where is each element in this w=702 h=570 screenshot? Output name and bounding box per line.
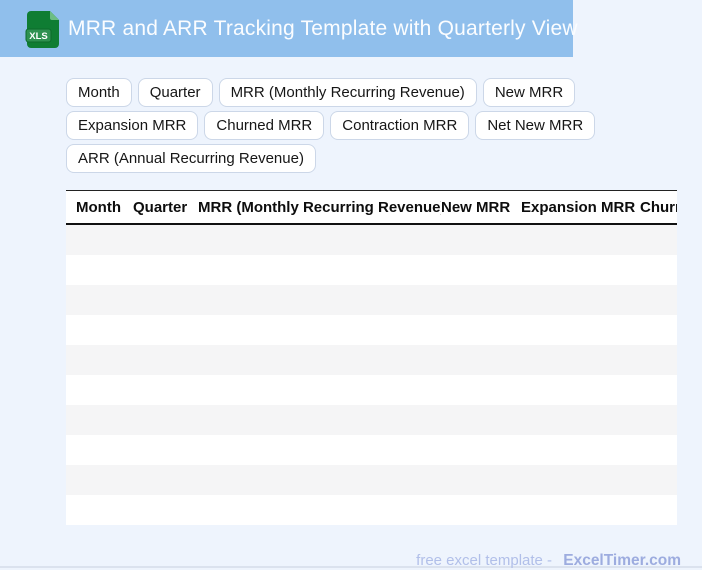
footer: free excel template - ExcelTimer.com	[0, 552, 702, 570]
table-row	[66, 495, 677, 525]
footer-brand-link[interactable]: ExcelTimer.com	[563, 552, 681, 569]
table-row	[66, 225, 677, 255]
chip-mrr-monthly-recurring-revenue[interactable]: MRR (Monthly Recurring Revenue)	[218, 78, 477, 107]
chip-arr-annual-recurring-revenue[interactable]: ARR (Annual Recurring Revenue)	[66, 144, 316, 173]
table-row	[66, 405, 677, 435]
chip-expansion-mrr[interactable]: Expansion MRR	[66, 111, 199, 140]
table-row	[66, 465, 677, 495]
table-body	[66, 225, 677, 525]
xls-icon-label: XLS	[29, 31, 47, 42]
table-row	[66, 255, 677, 285]
table-row	[66, 375, 677, 405]
chip-month[interactable]: Month	[66, 78, 132, 107]
table-row	[66, 435, 677, 465]
chip-quarter[interactable]: Quarter	[137, 78, 213, 107]
xls-file-icon: XLS	[25, 10, 59, 48]
column-header-month: Month	[76, 198, 121, 216]
chip-net-new-mrr[interactable]: Net New MRR	[475, 111, 596, 140]
column-header-expansion-mrr: Expansion MRR	[521, 198, 636, 216]
table-header-row: Month Quarter MRR (Monthly Recurring Rev…	[66, 191, 677, 225]
table-row	[66, 315, 677, 345]
chip-churned-mrr[interactable]: Churned MRR	[204, 111, 325, 140]
header-bar: XLS MRR and ARR Tracking Template with Q…	[0, 0, 578, 57]
column-header-new-mrr: New MRR	[441, 198, 511, 216]
column-header-mrr: MRR (Monthly Recurring Revenue)	[198, 198, 441, 216]
keyword-chips: Month Quarter MRR (Monthly Recurring Rev…	[66, 78, 684, 173]
chip-contraction-mrr[interactable]: Contraction MRR	[330, 111, 470, 140]
table-row	[66, 285, 677, 315]
column-header-churned-mrr: Churned MRR	[640, 198, 677, 216]
column-header-quarter: Quarter	[133, 198, 188, 216]
template-preview-table: Month Quarter MRR (Monthly Recurring Rev…	[66, 190, 677, 525]
page-title: MRR and ARR Tracking Template with Quart…	[68, 16, 578, 40]
footer-text: free excel template -	[416, 552, 553, 569]
table-row	[66, 345, 677, 375]
chip-new-mrr[interactable]: New MRR	[482, 78, 576, 107]
